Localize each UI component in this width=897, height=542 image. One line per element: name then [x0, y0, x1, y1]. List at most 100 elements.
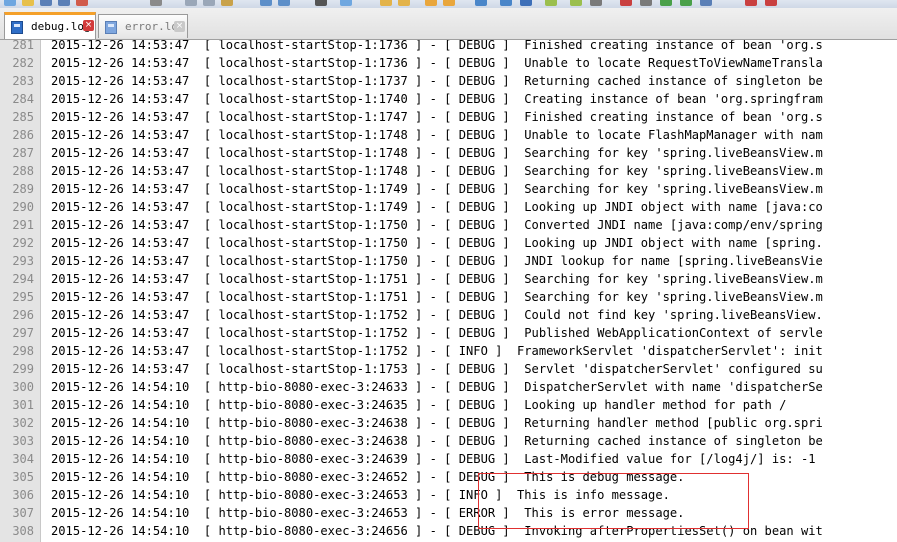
open-file-icon[interactable] [22, 0, 34, 6]
undo-icon[interactable] [260, 0, 272, 6]
find-icon[interactable] [315, 0, 327, 6]
editor-line[interactable]: 284 2015-12-26 14:53:47 [ localhost-start… [0, 90, 897, 108]
zoom-out-icon[interactable] [398, 0, 410, 6]
editor-line[interactable]: 290 2015-12-26 14:53:47 [ localhost-start… [0, 198, 897, 216]
line-number: 282 [12, 56, 34, 70]
editor-line[interactable]: 281 2015-12-26 14:53:47 [ localhost-start… [0, 40, 897, 54]
tab-label: debug.log [31, 20, 91, 33]
line-text: 2015-12-26 14:53:47 [ localhost-startSto… [51, 344, 823, 358]
stop-macro-icon[interactable] [640, 0, 652, 6]
zoom-in-icon[interactable] [380, 0, 392, 6]
editor-line[interactable]: 307 2015-12-26 14:54:10 [ http-bio-8080-e… [0, 504, 897, 522]
close-file-icon[interactable] [76, 0, 88, 6]
save-icon[interactable] [40, 0, 52, 6]
cut-icon[interactable] [185, 0, 197, 6]
line-number: 289 [12, 182, 34, 196]
replace-icon[interactable] [340, 0, 352, 6]
editor-line[interactable]: 288 2015-12-26 14:53:47 [ localhost-start… [0, 162, 897, 180]
line-text: 2015-12-26 14:54:10 [ http-bio-8080-exec… [51, 506, 685, 520]
line-number: 293 [12, 254, 34, 268]
line-text: 2015-12-26 14:53:47 [ localhost-startSto… [51, 40, 823, 52]
line-number: 301 [12, 398, 34, 412]
sync-scroll-icon[interactable] [425, 0, 437, 6]
editor-line[interactable]: 286 2015-12-26 14:53:47 [ localhost-start… [0, 126, 897, 144]
line-number: 303 [12, 434, 34, 448]
line-number: 307 [12, 506, 34, 520]
editor-line[interactable]: 308 2015-12-26 14:54:10 [ http-bio-8080-e… [0, 522, 897, 540]
editor-line[interactable]: 293 2015-12-26 14:53:47 [ localhost-start… [0, 252, 897, 270]
line-text: 2015-12-26 14:53:47 [ localhost-startSto… [51, 182, 823, 196]
line-text: 2015-12-26 14:53:47 [ localhost-startSto… [51, 164, 823, 178]
line-number: 305 [12, 470, 34, 484]
line-number: 300 [12, 380, 34, 394]
plugin-icon-2[interactable] [765, 0, 777, 6]
line-number: 306 [12, 488, 34, 502]
tab-debug-log[interactable]: debug.log × [4, 12, 96, 39]
function-list-icon[interactable] [570, 0, 582, 6]
editor-line[interactable]: 289 2015-12-26 14:53:47 [ localhost-start… [0, 180, 897, 198]
line-text: 2015-12-26 14:53:47 [ localhost-startSto… [51, 218, 823, 232]
editor-area[interactable]: 281 2015-12-26 14:53:47 [ localhost-start… [0, 40, 897, 542]
monitor-icon[interactable] [590, 0, 602, 6]
editor-line[interactable]: 296 2015-12-26 14:53:47 [ localhost-start… [0, 306, 897, 324]
copy-icon[interactable] [203, 0, 215, 6]
editor-line[interactable]: 301 2015-12-26 14:54:10 [ http-bio-8080-e… [0, 396, 897, 414]
new-file-icon[interactable] [4, 0, 16, 6]
editor-line[interactable]: 297 2015-12-26 14:53:47 [ localhost-start… [0, 324, 897, 342]
editor-line[interactable]: 298 2015-12-26 14:53:47 [ localhost-start… [0, 342, 897, 360]
plugin-icon[interactable] [745, 0, 757, 6]
record-macro-icon[interactable] [620, 0, 632, 6]
editor-line[interactable]: 285 2015-12-26 14:53:47 [ localhost-start… [0, 108, 897, 126]
wrap-icon[interactable] [443, 0, 455, 6]
file-icon [105, 21, 117, 34]
line-text: 2015-12-26 14:53:47 [ localhost-startSto… [51, 326, 823, 340]
line-text: 2015-12-26 14:54:10 [ http-bio-8080-exec… [51, 434, 823, 448]
editor-line[interactable]: 303 2015-12-26 14:54:10 [ http-bio-8080-e… [0, 432, 897, 450]
line-text: 2015-12-26 14:53:47 [ localhost-startSto… [51, 290, 823, 304]
tab-error-log[interactable]: error.log × [98, 14, 188, 38]
editor-line[interactable]: 304 2015-12-26 14:54:10 [ http-bio-8080-e… [0, 450, 897, 468]
line-number: 285 [12, 110, 34, 124]
line-text: 2015-12-26 14:53:47 [ localhost-startSto… [51, 200, 823, 214]
tab-bar: debug.log × error.log × [0, 8, 897, 44]
save-all-icon[interactable] [58, 0, 70, 6]
editor-line[interactable]: 306 2015-12-26 14:54:10 [ http-bio-8080-e… [0, 486, 897, 504]
line-number: 287 [12, 146, 34, 160]
editor-line[interactable]: 302 2015-12-26 14:54:10 [ http-bio-8080-e… [0, 414, 897, 432]
user-language-icon[interactable] [520, 0, 532, 6]
editor-line[interactable]: 294 2015-12-26 14:53:47 [ localhost-start… [0, 270, 897, 288]
line-number: 283 [12, 74, 34, 88]
indent-guide-icon[interactable] [500, 0, 512, 6]
close-icon[interactable]: × [83, 20, 94, 31]
print-icon[interactable] [150, 0, 162, 6]
show-all-chars-icon[interactable] [475, 0, 487, 6]
editor-line[interactable]: 292 2015-12-26 14:53:47 [ localhost-start… [0, 234, 897, 252]
toolbar [0, 0, 897, 8]
line-text: 2015-12-26 14:53:47 [ localhost-startSto… [51, 254, 823, 268]
editor-line[interactable]: 299 2015-12-26 14:53:47 [ localhost-start… [0, 360, 897, 378]
play-macro-icon[interactable] [660, 0, 672, 6]
line-number: 288 [12, 164, 34, 178]
editor-line[interactable]: 291 2015-12-26 14:53:47 [ localhost-start… [0, 216, 897, 234]
editor-line[interactable]: 300 2015-12-26 14:54:10 [ http-bio-8080-e… [0, 378, 897, 396]
run-macro-multiple-icon[interactable] [680, 0, 692, 6]
editor-line[interactable]: 305 2015-12-26 14:54:10 [ http-bio-8080-e… [0, 468, 897, 486]
line-text: 2015-12-26 14:53:47 [ localhost-startSto… [51, 146, 823, 160]
editor-line[interactable]: 283 2015-12-26 14:53:47 [ localhost-start… [0, 72, 897, 90]
save-macro-icon[interactable] [700, 0, 712, 6]
line-text: 2015-12-26 14:53:47 [ localhost-startSto… [51, 56, 823, 70]
line-text: 2015-12-26 14:54:10 [ http-bio-8080-exec… [51, 488, 670, 502]
line-number: 299 [12, 362, 34, 376]
line-text: 2015-12-26 14:53:47 [ localhost-startSto… [51, 236, 823, 250]
editor-line[interactable]: 295 2015-12-26 14:53:47 [ localhost-start… [0, 288, 897, 306]
line-text: 2015-12-26 14:53:47 [ localhost-startSto… [51, 128, 823, 142]
editor-line[interactable]: 287 2015-12-26 14:53:47 [ localhost-start… [0, 144, 897, 162]
doc-map-icon[interactable] [545, 0, 557, 6]
editor-line[interactable]: 282 2015-12-26 14:53:47 [ localhost-start… [0, 54, 897, 72]
line-text: 2015-12-26 14:54:10 [ http-bio-8080-exec… [51, 416, 823, 430]
line-number: 294 [12, 272, 34, 286]
redo-icon[interactable] [278, 0, 290, 6]
paste-icon[interactable] [221, 0, 233, 6]
close-icon[interactable]: × [174, 21, 185, 32]
file-icon [11, 21, 23, 34]
